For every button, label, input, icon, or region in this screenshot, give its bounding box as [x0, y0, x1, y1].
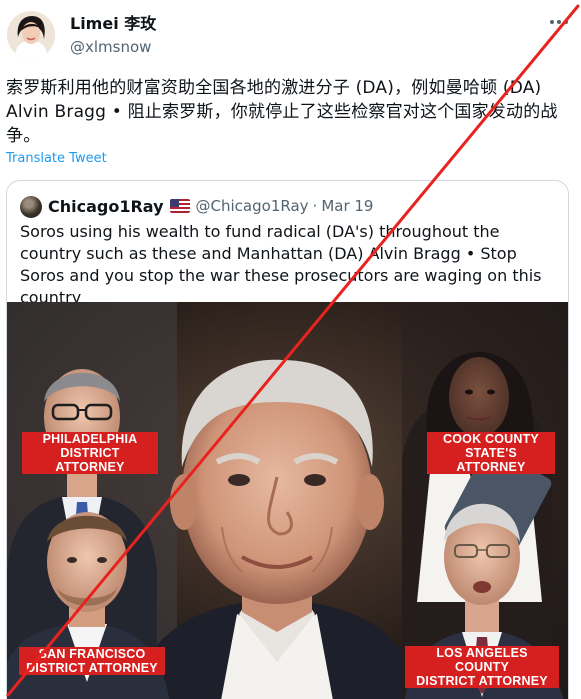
- label-cook-county-line1: COOK COUNTY: [443, 432, 539, 446]
- quote-author-avatar[interactable]: [20, 196, 42, 218]
- label-san-francisco-da: SAN FRANCISCO DISTRICT ATTORNEY: [19, 647, 165, 675]
- avatar[interactable]: [7, 11, 55, 59]
- label-cook-county-line2: STATE'S ATTORNEY: [456, 446, 526, 474]
- tweet-text: 索罗斯利用他的财富资助全国各地的激进分子 (DA)，例如曼哈顿 (DA) Alv…: [6, 78, 558, 146]
- translate-tweet-link[interactable]: Translate Tweet: [6, 150, 107, 168]
- quote-image[interactable]: PHILADELPHIA DISTRICT ATTORNEY COOK COUN…: [7, 302, 568, 699]
- author-display-name[interactable]: Limei 李玫: [70, 14, 156, 34]
- quoted-tweet-card[interactable]: Chicago1Ray @Chicago1Ray · Mar 19 Soros …: [6, 180, 569, 699]
- label-los-angeles-line1: LOS ANGELES COUNTY: [436, 646, 528, 674]
- author-handle[interactable]: @xlmsnow: [70, 37, 151, 57]
- label-san-francisco-line1: SAN FRANCISCO: [38, 647, 146, 661]
- avatar-portrait-image: [7, 11, 55, 59]
- label-philadelphia-line2: DISTRICT ATTORNEY: [55, 446, 125, 474]
- label-philadelphia-da: PHILADELPHIA DISTRICT ATTORNEY: [22, 432, 158, 474]
- label-san-francisco-line2: DISTRICT ATTORNEY: [26, 661, 158, 675]
- label-philadelphia-line1: PHILADELPHIA: [42, 432, 138, 446]
- quote-text: Soros using his wealth to fund radical (…: [20, 222, 542, 307]
- us-flag-icon: [169, 199, 190, 213]
- collage-photo: [7, 302, 568, 699]
- quote-separator: ·: [312, 197, 318, 215]
- label-los-angeles-da: LOS ANGELES COUNTY DISTRICT ATTORNEY: [405, 646, 559, 688]
- label-cook-county-sa: COOK COUNTY STATE'S ATTORNEY: [427, 432, 555, 474]
- quote-date[interactable]: Mar 19: [321, 197, 373, 215]
- quote-author-display-name[interactable]: Chicago1Ray: [48, 197, 164, 216]
- quote-author-handle[interactable]: @Chicago1Ray: [196, 197, 309, 215]
- more-dots-icon[interactable]: [548, 14, 570, 30]
- tweet-page: Limei 李玫 @xlmsnow 索罗斯利用他的财富资助全国各地的激进分子 (…: [0, 0, 581, 699]
- label-los-angeles-line2: DISTRICT ATTORNEY: [416, 674, 548, 688]
- quote-header: Chicago1Ray @Chicago1Ray · Mar 19: [48, 195, 373, 217]
